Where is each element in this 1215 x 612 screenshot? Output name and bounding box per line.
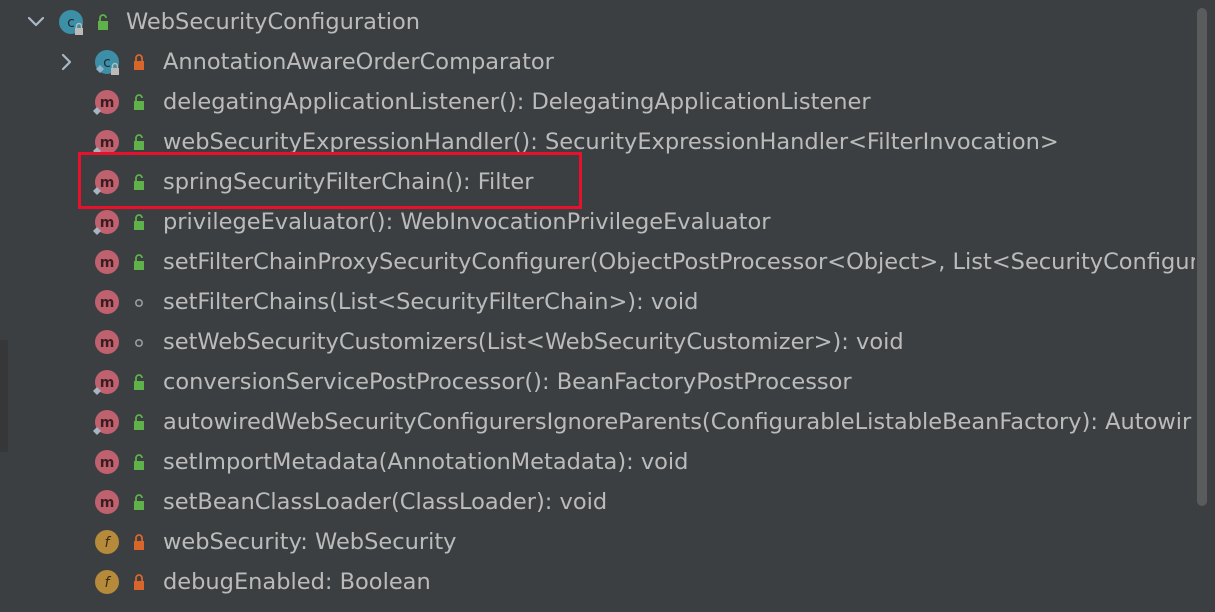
class-icon: c [94,49,120,75]
field-icon: f [94,529,120,555]
svg-text:c: c [67,15,75,31]
method-icon: m [94,329,120,355]
tree-item-label: setImportMetadata(AnnotationMetadata): v… [163,449,689,475]
svg-text:m: m [100,335,115,351]
public-lock-icon [130,373,148,391]
tree-item-row[interactable]: f webSecurity: WebSecurity [0,522,1195,562]
method-icon: m [94,489,120,515]
private-lock-icon [130,573,148,591]
bean-marker-icon [92,383,104,395]
tree-item-row[interactable]: m springSecurityFilterChain(): Filter [0,162,1195,202]
method-icon: m [92,169,120,195]
tree-root-label: WebSecurityConfiguration [126,9,421,35]
method-icon: m [92,369,120,395]
public-lock-icon [130,173,148,191]
public-lock-icon [130,213,148,231]
tree-item-row[interactable]: m delegatingApplicationListener(): Delega… [0,82,1195,122]
method-icon: m [92,129,120,155]
svg-text:m: m [100,455,115,471]
svg-text:m: m [100,295,115,311]
gutter-marker [0,340,8,452]
tree-item-row[interactable]: c AnnotationAwareOrderComparator [0,42,1195,82]
tree-item-label: setBeanClassLoader(ClassLoader): void [163,489,608,515]
field-icon: f [94,569,120,595]
class-icon: c [58,9,84,35]
tree-item-label: debugEnabled: Boolean [163,569,431,595]
svg-text:c: c [103,55,111,71]
method-icon: m [92,409,120,435]
tree-item-row[interactable]: m setFilterChains(List<SecurityFilterChai… [0,282,1195,322]
tree-item-label: autowiredWebSecurityConfigurersIgnorePar… [163,409,1192,435]
tree-item-label: webSecurity: WebSecurity [163,529,457,555]
tree-item-label: privilegeEvaluator(): WebInvocationPrivi… [163,209,771,235]
tree-item-label: setWebSecurityCustomizers(List<WebSecuri… [163,329,904,355]
public-lock-icon [130,93,148,111]
public-lock-icon [94,13,112,31]
tree-item-label: conversionServicePostProcessor(): BeanFa… [163,369,852,395]
bean-marker-icon [92,183,104,195]
tree-item-row[interactable]: m autowiredWebSecurityConfigurersIgnorePa… [0,402,1195,442]
tree-item-row[interactable]: m setFilterChainProxySecurityConfigurer(O… [0,242,1195,282]
public-lock-icon [130,493,148,511]
public-lock-icon [130,413,148,431]
tree-item-row[interactable]: f debugEnabled: Boolean [0,562,1195,602]
bean-marker-icon [92,423,104,435]
bean-marker-icon [92,143,104,155]
scrollbar-thumb[interactable] [1197,8,1207,506]
private-lock-icon [130,53,148,71]
tree-item-row[interactable]: m setBeanClassLoader(ClassLoader): void [0,482,1195,522]
tree-item-label: springSecurityFilterChain(): Filter [163,169,534,195]
tree-item-label: webSecurityExpressionHandler(): Security… [163,129,1059,155]
structure-tree: c WebSecurityConfiguration c AnnotationAw… [0,0,1195,612]
private-lock-icon [130,533,148,551]
tree-root-row[interactable]: c WebSecurityConfiguration [0,2,1195,42]
tree-item-label: setFilterChainProxySecurityConfigurer(Ob… [163,249,1195,275]
tree-item-row[interactable]: m webSecurityExpressionHandler(): Securit… [0,122,1195,162]
tree-item-row[interactable]: m conversionServicePostProcessor(): BeanF… [0,362,1195,402]
tree-item-label: delegatingApplicationListener(): Delegat… [163,89,871,115]
svg-text:m: m [100,495,115,511]
tree-item-row[interactable]: m setWebSecurityCustomizers(List<WebSecur… [0,322,1195,362]
bean-marker-icon [92,103,104,115]
svg-text:m: m [100,255,115,271]
method-icon: m [92,89,120,115]
chevron-down-icon[interactable] [26,12,46,32]
tree-item-row[interactable]: m privilegeEvaluator(): WebInvocationPriv… [0,202,1195,242]
tree-item-label: AnnotationAwareOrderComparator [163,49,554,75]
package-visibility-icon [130,293,148,311]
method-icon: m [92,209,120,235]
bean-marker-icon [92,223,104,235]
method-icon: m [94,249,120,275]
tree-item-label: setFilterChains(List<SecurityFilterChain… [163,289,699,315]
method-icon: m [94,449,120,475]
tree-item-row[interactable]: m setImportMetadata(AnnotationMetadata): … [0,442,1195,482]
public-lock-icon [130,253,148,271]
public-lock-icon [130,133,148,151]
chevron-right-icon[interactable] [56,52,76,72]
method-icon: m [94,289,120,315]
public-lock-icon [130,453,148,471]
package-visibility-icon [130,333,148,351]
